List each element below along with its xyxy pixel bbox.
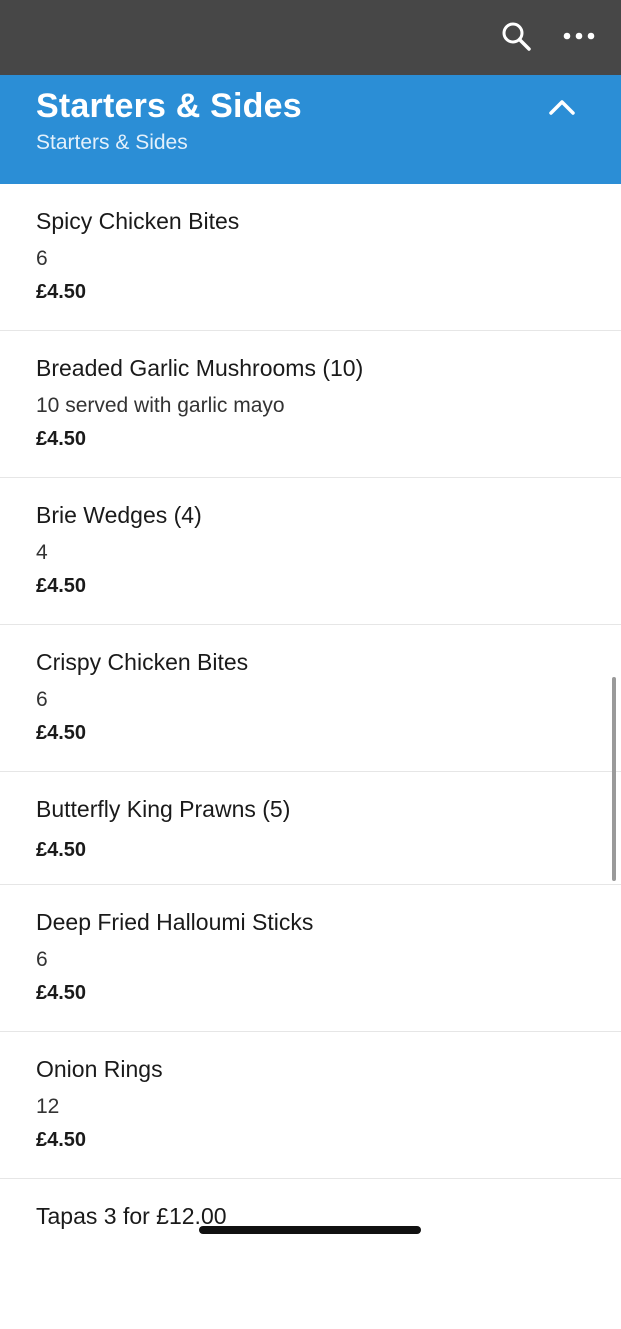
item-price: £4.50: [36, 839, 87, 861]
item-name: Breaded Garlic Mushrooms (10): [36, 355, 364, 381]
item-description: 10 served with garlic mayo: [36, 394, 285, 417]
menu-item[interactable]: Tapas 3 for £12.00: [0, 1179, 621, 1329]
home-indicator[interactable]: [199, 1226, 421, 1234]
item-name: Deep Fried Halloumi Sticks: [36, 909, 314, 935]
menu-item[interactable]: Brie Wedges (4) 4 £4.50: [0, 478, 621, 625]
menu-item[interactable]: Spicy Chicken Bites 6 £4.50: [0, 184, 621, 331]
scrollbar-thumb[interactable]: [612, 677, 616, 881]
menu-item-list: Spicy Chicken Bites 6 £4.50 Breaded Garl…: [0, 184, 621, 1329]
item-price: £4.50: [36, 1129, 87, 1151]
item-price: £4.50: [36, 982, 87, 1004]
item-name: Spicy Chicken Bites: [36, 208, 240, 234]
item-price: £4.50: [36, 281, 87, 303]
more-options-icon[interactable]: [562, 26, 596, 46]
item-price: £4.50: [36, 575, 87, 597]
item-description: 4: [36, 541, 48, 564]
menu-item[interactable]: Onion Rings 12 £4.50: [0, 1032, 621, 1179]
item-description: 6: [36, 948, 48, 971]
item-price: £4.50: [36, 428, 87, 450]
item-name: Butterfly King Prawns (5): [36, 796, 291, 822]
item-description: 6: [36, 247, 48, 270]
item-name: Onion Rings: [36, 1056, 163, 1082]
menu-item[interactable]: Butterfly King Prawns (5) £4.50: [0, 772, 621, 885]
item-description: 12: [36, 1095, 60, 1118]
item-description: 6: [36, 688, 48, 711]
item-name: Brie Wedges (4): [36, 502, 202, 528]
top-app-bar: [0, 0, 621, 75]
menu-item[interactable]: Crispy Chicken Bites 6 £4.50: [0, 625, 621, 772]
item-name: Crispy Chicken Bites: [36, 649, 249, 675]
menu-item[interactable]: Breaded Garlic Mushrooms (10) 10 served …: [0, 331, 621, 478]
search-icon[interactable]: [500, 20, 532, 52]
item-price: £4.50: [36, 722, 87, 744]
menu-item[interactable]: Deep Fried Halloumi Sticks 6 £4.50: [0, 885, 621, 1032]
chevron-up-icon[interactable]: [546, 93, 578, 121]
section-subtitle: Starters & Sides: [36, 131, 188, 154]
section-header[interactable]: Starters & Sides Starters & Sides: [0, 75, 621, 184]
section-title: Starters & Sides: [36, 87, 302, 125]
